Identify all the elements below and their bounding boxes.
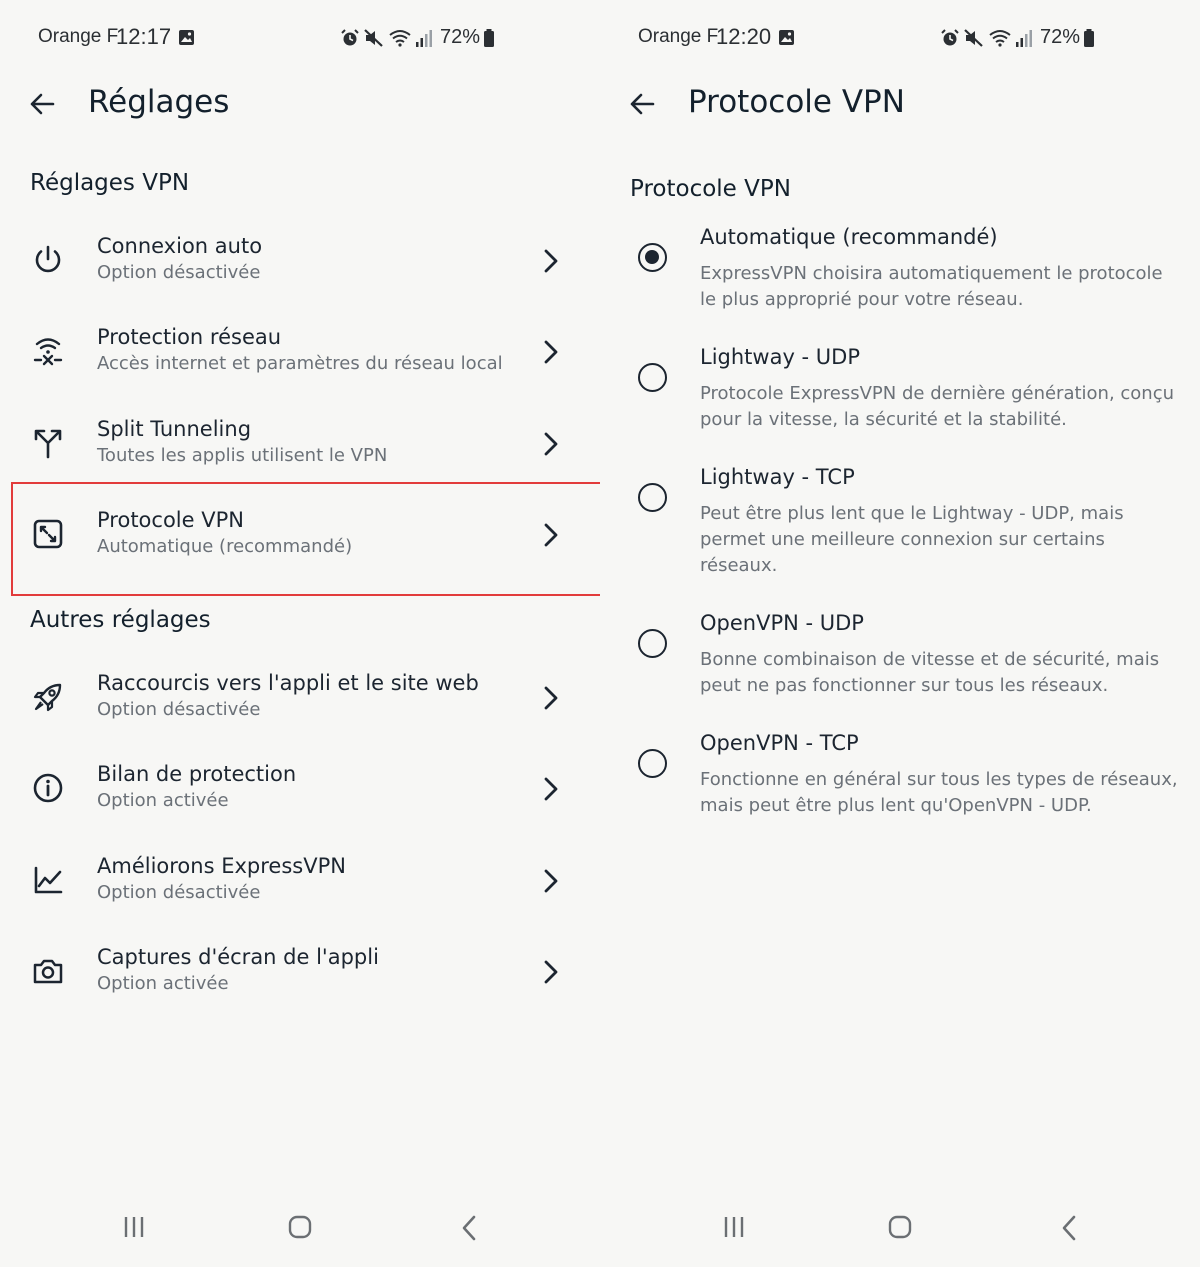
wifi-icon	[989, 29, 1011, 47]
option-description: Fonctionne en général sur tous les types…	[700, 769, 1178, 816]
radio-button[interactable]	[638, 363, 667, 392]
battery-icon	[484, 28, 495, 47]
back-arrow-icon[interactable]	[628, 90, 656, 118]
status-bar: Orange F 12:20 72%	[600, 20, 1200, 56]
mute-icon	[964, 28, 983, 47]
clock: 12:20	[716, 24, 772, 49]
power-icon	[35, 245, 61, 273]
chevron-right-icon	[544, 869, 558, 893]
recent-apps-icon[interactable]	[122, 1215, 146, 1239]
chevron-right-icon	[544, 523, 558, 547]
chart-icon	[34, 866, 63, 894]
setting-network-protection[interactable]: Protection réseau Accès internet et para…	[0, 313, 600, 393]
setting-subtitle: Option activée	[97, 790, 229, 811]
setting-title: Captures d'écran de l'appli	[97, 945, 379, 969]
option-title: Lightway - UDP	[700, 345, 861, 369]
option-description: Bonne combinaison de vitesse et de sécur…	[700, 649, 1160, 696]
clock: 12:17	[116, 24, 172, 49]
info-icon	[33, 773, 63, 803]
setting-title: Protocole VPN	[97, 508, 244, 532]
system-navigation-bar	[600, 1209, 1200, 1249]
setting-title: Améliorons ExpressVPN	[97, 854, 346, 878]
setting-title: Raccourcis vers l'appli et le site web	[97, 671, 479, 695]
split-icon	[34, 429, 62, 459]
setting-subtitle: Toutes les applis utilisent le VPN	[97, 445, 388, 466]
option-description: ExpressVPN choisira automatiquement le p…	[700, 263, 1163, 310]
settings-screen: Orange F 12:17 72% Réglages Réglages VPN…	[0, 0, 600, 1267]
app-bar: Réglages	[0, 80, 600, 130]
setting-title: Protection réseau	[97, 325, 282, 349]
setting-improve-expressvpn[interactable]: Améliorons ExpressVPN Option désactivée	[0, 842, 600, 922]
option-title: Lightway - TCP	[700, 465, 855, 489]
nav-back-icon[interactable]	[1060, 1215, 1078, 1241]
setting-subtitle: Option désactivée	[97, 882, 261, 903]
setting-app-screenshots[interactable]: Captures d'écran de l'appli Option activ…	[0, 933, 600, 1013]
gallery-notification-icon	[179, 30, 194, 45]
setting-subtitle: Option désactivée	[97, 699, 261, 720]
setting-subtitle: Option désactivée	[97, 262, 261, 283]
camera-icon	[33, 959, 63, 984]
option-title: OpenVPN - UDP	[700, 611, 864, 635]
option-description: Peut être plus lent que le Lightway - UD…	[700, 503, 1124, 576]
wifi-icon	[389, 29, 411, 47]
home-icon[interactable]	[288, 1215, 312, 1239]
carrier-label: Orange F	[38, 26, 119, 47]
setting-subtitle: Accès internet et paramètres du réseau l…	[97, 353, 503, 374]
system-navigation-bar	[0, 1209, 600, 1249]
rocket-icon	[33, 683, 62, 712]
mute-icon	[364, 28, 383, 47]
recent-apps-icon[interactable]	[722, 1215, 746, 1239]
home-icon[interactable]	[888, 1215, 912, 1239]
chevron-right-icon	[544, 777, 558, 801]
setting-vpn-protocol[interactable]: Protocole VPN Automatique (recommandé)	[0, 496, 600, 576]
section-title-vpn-settings: Réglages VPN	[30, 170, 190, 196]
page-title: Réglages	[88, 84, 230, 120]
status-icons: 72%	[340, 26, 495, 49]
radio-button[interactable]	[638, 629, 667, 658]
carrier-label: Orange F	[638, 26, 719, 47]
back-arrow-icon[interactable]	[28, 90, 56, 118]
setting-subtitle: Option activée	[97, 973, 229, 994]
app-bar: Protocole VPN	[600, 80, 1200, 130]
setting-shortcuts[interactable]: Raccourcis vers l'appli et le site web O…	[0, 659, 600, 739]
setting-protection-summary[interactable]: Bilan de protection Option activée	[0, 750, 600, 830]
setting-title: Connexion auto	[97, 234, 263, 258]
setting-title: Bilan de protection	[97, 762, 297, 786]
wifi-shield-icon	[33, 338, 63, 366]
chevron-right-icon	[544, 340, 558, 364]
chevron-right-icon	[544, 960, 558, 984]
battery-percentage: 72%	[440, 26, 481, 48]
chevron-right-icon	[544, 686, 558, 710]
option-title: Automatique (recommandé)	[700, 225, 998, 249]
radio-button-selected[interactable]	[638, 243, 667, 272]
alarm-icon	[941, 28, 959, 45]
protocol-icon	[33, 519, 63, 549]
setting-split-tunneling[interactable]: Split Tunneling Toutes les applis utilis…	[0, 405, 600, 485]
battery-percentage: 72%	[1040, 26, 1081, 48]
chevron-right-icon	[544, 249, 558, 273]
setting-subtitle: Automatique (recommandé)	[97, 536, 353, 557]
chevron-right-icon	[544, 432, 558, 456]
setting-title: Split Tunneling	[97, 417, 252, 441]
status-bar: Orange F 12:17 72%	[0, 20, 600, 56]
page-title: Protocole VPN	[688, 84, 905, 120]
option-title: OpenVPN - TCP	[700, 731, 859, 755]
battery-icon	[1084, 28, 1095, 47]
section-title-vpn-protocol: Protocole VPN	[630, 176, 791, 202]
signal-icon	[1016, 29, 1032, 47]
signal-icon	[416, 29, 432, 47]
vpn-protocol-screen: Orange F 12:20 72% Protocole VPN Protoco…	[600, 0, 1200, 1267]
radio-button[interactable]	[638, 483, 667, 512]
radio-button[interactable]	[638, 749, 667, 778]
section-title-other-settings: Autres réglages	[30, 607, 211, 633]
option-description: Protocole ExpressVPN de dernière générat…	[700, 383, 1175, 430]
nav-back-icon[interactable]	[460, 1215, 478, 1241]
setting-auto-connect[interactable]: Connexion auto Option désactivée	[0, 222, 600, 302]
gallery-notification-icon	[779, 30, 794, 45]
alarm-icon	[341, 28, 359, 45]
status-icons: 72%	[940, 26, 1095, 49]
